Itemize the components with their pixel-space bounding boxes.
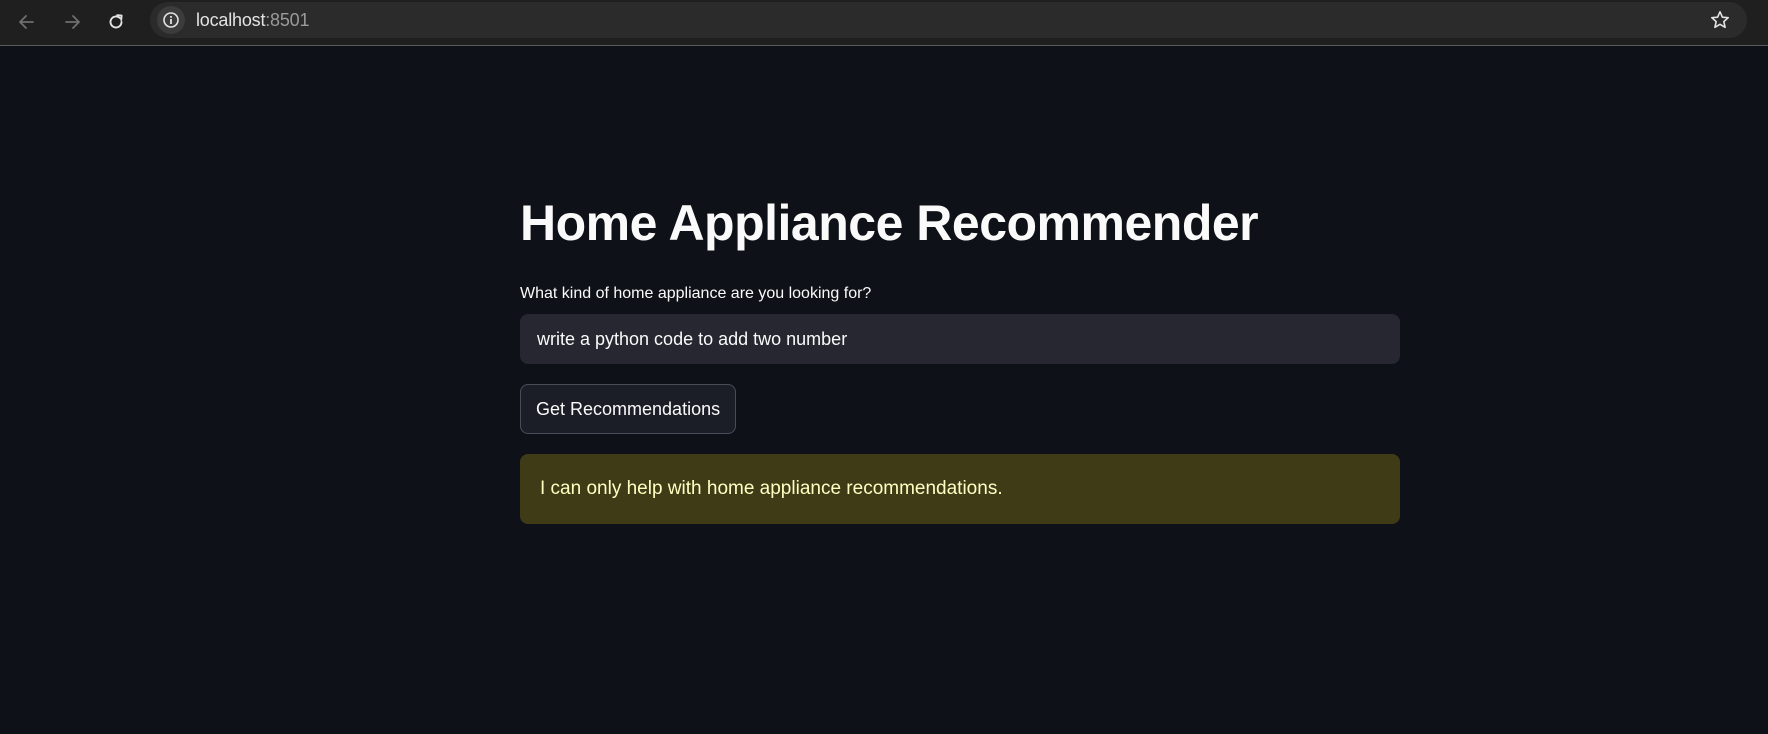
page-title: Home Appliance Recommender xyxy=(520,195,1259,251)
address-bar[interactable]: localhost:8501 xyxy=(150,2,1747,38)
forward-button[interactable] xyxy=(55,5,89,39)
warning-alert: I can only help with home appliance reco… xyxy=(520,454,1400,524)
appliance-query-input[interactable] xyxy=(520,314,1400,364)
reload-button[interactable] xyxy=(99,5,133,39)
appliance-query-label: What kind of home appliance are you look… xyxy=(520,285,872,302)
reload-icon xyxy=(109,14,123,29)
bookmark-star-icon[interactable] xyxy=(1709,9,1731,31)
url-host: localhost xyxy=(196,10,266,30)
forward-arrow-icon xyxy=(65,15,80,29)
url-port: :8501 xyxy=(265,10,310,30)
warning-message: I can only help with home appliance reco… xyxy=(540,478,1003,499)
site-info-button[interactable] xyxy=(157,6,185,34)
browser-toolbar: localhost:8501 xyxy=(0,0,1768,46)
back-button[interactable] xyxy=(10,5,44,39)
site-info-icon xyxy=(163,12,179,28)
get-recommendations-button[interactable]: Get Recommendations xyxy=(520,384,737,434)
back-arrow-icon xyxy=(19,15,34,29)
url-text[interactable]: localhost:8501 xyxy=(196,10,309,30)
